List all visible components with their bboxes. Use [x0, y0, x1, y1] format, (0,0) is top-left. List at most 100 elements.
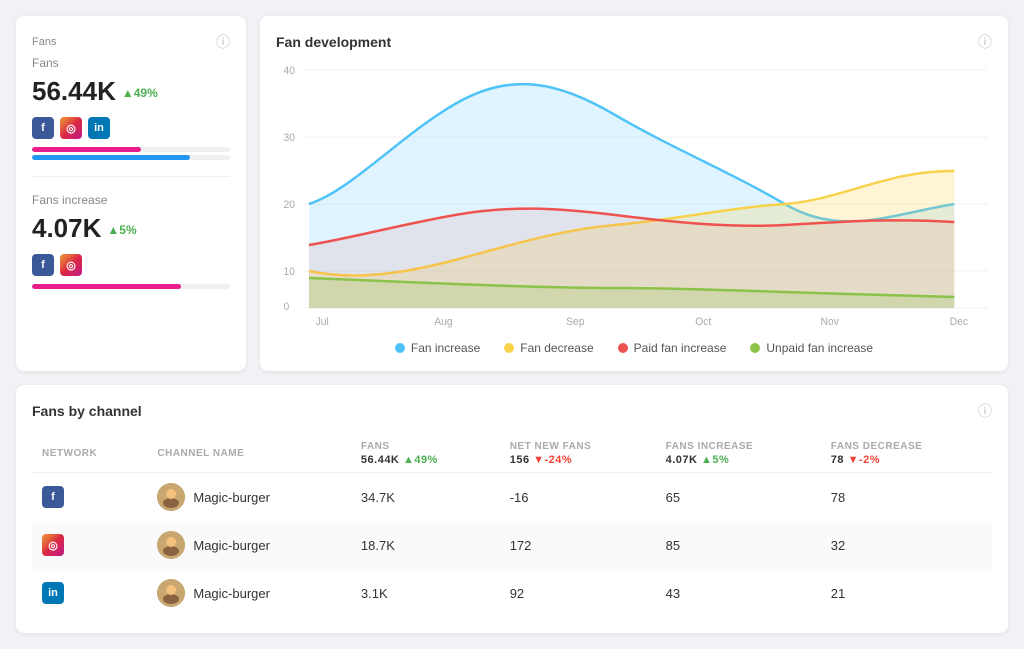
chart-legend: Fan increase Fan decrease Paid fan incre…: [276, 341, 992, 355]
fans-increase-label: Fans increase: [32, 193, 230, 207]
th-decrease: FANS DECREASE 78 ▼-2%: [821, 435, 992, 473]
row2-channel-name: Magic-burger: [193, 538, 270, 553]
instagram-icon[interactable]: ◎: [60, 117, 82, 139]
linkedin-icon[interactable]: in: [88, 117, 110, 139]
th-channel: CHANNEL NAME: [147, 435, 351, 473]
row3-decrease: 21: [821, 569, 992, 617]
legend-label-paid-fan: Paid fan increase: [634, 341, 727, 355]
th-decrease-sub: 78 ▼-2%: [831, 454, 982, 466]
row1-network: f: [32, 473, 147, 522]
x-label-oct: Oct: [695, 316, 711, 328]
th-net-new: NET NEW FANS 156 ▼-24%: [500, 435, 656, 473]
th-decrease-change: ▼-2%: [848, 454, 880, 466]
facebook-icon[interactable]: f: [32, 117, 54, 139]
y-label-40: 40: [284, 65, 296, 77]
row3-avatar: [157, 579, 185, 607]
row2-fans: 18.7K: [351, 521, 500, 569]
x-label-aug: Aug: [434, 316, 452, 328]
row2-channel-cell: Magic-burger: [157, 531, 341, 559]
row2-network: ◎: [32, 521, 147, 569]
th-increase: FANS INCREASE 4.07K ▲5%: [656, 435, 821, 473]
fans-label: Fans: [32, 56, 230, 70]
fans-increase-section: Fans increase 4.07K ▲5% f ◎: [32, 193, 230, 289]
fans-change: ▲49%: [122, 86, 158, 100]
row3-fans: 3.1K: [351, 569, 500, 617]
table-header-row: NETWORK CHANNEL NAME FANS 56.44K ▲49% NE…: [32, 435, 992, 473]
fans-increase-metric-row: 4.07K ▲5%: [32, 213, 230, 246]
fans-increase-progress: [32, 284, 230, 289]
fans-social-icons: f ◎ in: [32, 117, 230, 139]
legend-label-fan-increase: Fan increase: [411, 341, 480, 355]
fans-increase-facebook-icon[interactable]: f: [32, 254, 54, 276]
table-card-header: Fans by channel ⓘ: [32, 401, 992, 421]
fans-section-total: Fans 56.44K ▲49% f ◎ in: [32, 56, 230, 177]
fan-development-card: Fan development ⓘ 40 30 20 10 0 Jul Aug: [260, 16, 1008, 371]
table-card-title: Fans by channel: [32, 403, 142, 419]
th-increase-label: FANS INCREASE: [666, 441, 811, 452]
fans-increase-progress-bar: [32, 284, 181, 289]
fans-info-icon[interactable]: ⓘ: [216, 32, 230, 52]
th-fans: FANS 56.44K ▲49%: [351, 435, 500, 473]
legend-dot-fan-increase: [395, 343, 405, 353]
fans-increase-change: ▲5%: [107, 223, 136, 237]
th-net-label: NET NEW FANS: [510, 441, 646, 452]
fans-progress-pink: [32, 147, 141, 152]
table-row: in Magic-burger 3.1K 92 43 21: [32, 569, 992, 617]
row3-channel-name: Magic-burger: [193, 586, 270, 601]
dashboard-layout: Fans ⓘ Fans 56.44K ▲49% f ◎ in: [16, 16, 1008, 633]
fans-card-title: Fans: [32, 36, 56, 48]
row3-li-icon: in: [42, 582, 64, 604]
legend-dot-unpaid-fan: [750, 343, 760, 353]
y-label-20: 20: [284, 199, 296, 211]
x-label-dec: Dec: [950, 316, 969, 328]
table-info-icon[interactable]: ⓘ: [978, 401, 992, 421]
fans-metric-row: 56.44K ▲49%: [32, 76, 230, 109]
legend-fan-decrease: Fan decrease: [504, 341, 593, 355]
row2-ig-icon: ◎: [42, 534, 64, 556]
x-label-sep: Sep: [566, 316, 584, 328]
legend-dot-fan-decrease: [504, 343, 514, 353]
x-label-jul: Jul: [316, 316, 329, 328]
table-row: f Magic-burger 34.7K -16 65 78: [32, 473, 992, 522]
fans-increase-instagram-icon[interactable]: ◎: [60, 254, 82, 276]
th-fans-change: ▲49%: [403, 454, 438, 466]
legend-paid-fan: Paid fan increase: [618, 341, 727, 355]
row3-channel-cell: Magic-burger: [157, 579, 341, 607]
fan-chart-svg: 40 30 20 10 0 Jul Aug Sep Oct Nov Dec: [276, 60, 992, 330]
th-increase-change: ▲5%: [701, 454, 729, 466]
fans-increase-value: 4.07K: [32, 213, 101, 244]
legend-label-unpaid-fan: Unpaid fan increase: [766, 341, 873, 355]
legend-dot-paid-fan: [618, 343, 628, 353]
row1-net: -16: [500, 473, 656, 522]
th-increase-sub: 4.07K ▲5%: [666, 454, 811, 466]
row2-net: 172: [500, 521, 656, 569]
legend-fan-increase: Fan increase: [395, 341, 480, 355]
fans-progress-container: [32, 147, 230, 152]
fans-progress-container2: [32, 155, 230, 160]
row2-decrease: 32: [821, 521, 992, 569]
row3-increase: 43: [656, 569, 821, 617]
chart-info-icon[interactable]: ⓘ: [978, 32, 992, 52]
legend-label-fan-decrease: Fan decrease: [520, 341, 593, 355]
row3-channel: Magic-burger: [147, 569, 351, 617]
chart-title: Fan development: [276, 34, 391, 50]
row1-channel: Magic-burger: [147, 473, 351, 522]
fans-progress-blue: [32, 155, 190, 160]
th-network: NETWORK: [32, 435, 147, 473]
fans-card-header: Fans ⓘ: [32, 32, 230, 52]
th-decrease-label: FANS DECREASE: [831, 441, 982, 452]
row1-avatar: [157, 483, 185, 511]
top-row: Fans ⓘ Fans 56.44K ▲49% f ◎ in: [16, 16, 1008, 371]
x-label-nov: Nov: [821, 316, 840, 328]
row2-channel: Magic-burger: [147, 521, 351, 569]
y-label-10: 10: [284, 266, 296, 278]
row1-fans: 34.7K: [351, 473, 500, 522]
fans-card: Fans ⓘ Fans 56.44K ▲49% f ◎ in: [16, 16, 246, 371]
row1-channel-name: Magic-burger: [193, 490, 270, 505]
table-row: ◎ Magic-burger 18.7K 172 85 32: [32, 521, 992, 569]
row1-increase: 65: [656, 473, 821, 522]
th-fans-sub: 56.44K ▲49%: [361, 454, 490, 466]
legend-unpaid-fan: Unpaid fan increase: [750, 341, 873, 355]
fans-value: 56.44K: [32, 76, 116, 107]
th-fans-label: FANS: [361, 441, 490, 452]
